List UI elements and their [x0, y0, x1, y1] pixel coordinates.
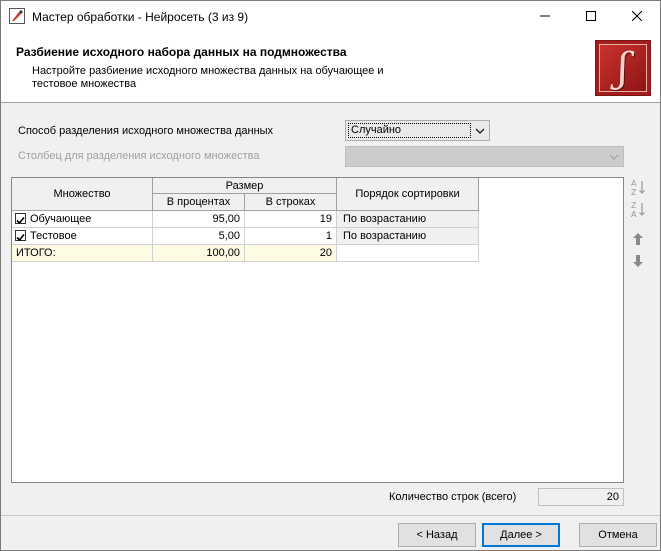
total-percent-cell: 100,00 [153, 245, 245, 262]
move-down-button[interactable] [629, 251, 647, 271]
close-button[interactable] [614, 1, 660, 31]
subsets-grid[interactable]: Множество Размер В процентах В строках П… [11, 177, 624, 483]
split-method-value: Случайно [348, 123, 471, 138]
total-rows-cell: 20 [245, 245, 337, 262]
column-header-percent[interactable]: В процентах [153, 194, 245, 211]
sort-az-icon: A Z [631, 179, 645, 196]
column-header-sort[interactable]: Порядок сортировки [337, 178, 479, 211]
sort-order-cell[interactable]: По возрастанию [337, 211, 479, 228]
title-bar: Мастер обработки - Нейросеть (3 из 9) [1, 1, 660, 31]
split-column-select [345, 146, 624, 167]
split-column-label: Столбец для разделения исходного множест… [18, 150, 260, 162]
app-logo: ʃ [595, 40, 651, 96]
logo-icon: ʃ [599, 44, 647, 92]
svg-text:Z: Z [631, 201, 637, 210]
chevron-down-icon [475, 128, 485, 134]
sort-order-cell[interactable]: По возрастанию [337, 228, 479, 245]
row-count-label: Количество строк (всего) [389, 491, 517, 503]
wizard-header: Разбиение исходного набора данных на под… [1, 31, 660, 103]
chevron-down-icon [609, 154, 619, 160]
set-name-cell[interactable]: Обучающее [12, 211, 153, 228]
next-button[interactable]: Далее > [482, 523, 560, 547]
sort-ascending-button[interactable]: A Z [629, 177, 647, 197]
column-header-set[interactable]: Множество [12, 178, 153, 211]
step-description: Настройте разбиение исходного множества … [32, 65, 384, 90]
app-icon [9, 8, 25, 24]
split-method-label: Способ разделения исходного множества да… [18, 125, 274, 137]
percent-cell[interactable]: 95,00 [153, 211, 245, 228]
row-count-value: 20 [538, 488, 624, 506]
arrow-down-icon [633, 255, 643, 267]
sort-za-icon: Z A [631, 201, 645, 218]
step-title: Разбиение исходного набора данных на под… [16, 45, 347, 59]
arrow-up-icon [633, 233, 643, 245]
footer-divider [1, 515, 660, 516]
minimize-button[interactable] [522, 1, 568, 31]
percent-cell[interactable]: 5,00 [153, 228, 245, 245]
checkbox-checked-icon[interactable] [15, 213, 26, 225]
cancel-button[interactable]: Отмена [579, 523, 657, 547]
svg-text:Z: Z [631, 188, 637, 196]
svg-text:A: A [631, 210, 637, 218]
rows-cell[interactable]: 1 [245, 228, 337, 245]
checkbox-checked-icon[interactable] [15, 230, 26, 242]
window-title: Мастер обработки - Нейросеть (3 из 9) [32, 10, 249, 24]
maximize-button[interactable] [568, 1, 614, 31]
minimize-icon [540, 15, 550, 17]
column-header-rows[interactable]: В строках [245, 194, 337, 211]
back-button[interactable]: < Назад [398, 523, 476, 547]
split-method-select[interactable]: Случайно [345, 120, 490, 141]
sort-descending-button[interactable]: Z A [629, 199, 647, 219]
svg-text:A: A [631, 179, 637, 188]
maximize-icon [586, 11, 596, 21]
move-up-button[interactable] [629, 229, 647, 249]
set-name-cell[interactable]: Тестовое [12, 228, 153, 245]
total-sort-cell [337, 245, 479, 262]
rows-cell[interactable]: 19 [245, 211, 337, 228]
wizard-window: Мастер обработки - Нейросеть (3 из 9) Ра… [0, 0, 661, 551]
total-label-cell: ИТОГО: [12, 245, 153, 262]
close-icon [632, 11, 642, 21]
column-header-size: Размер [153, 178, 337, 194]
